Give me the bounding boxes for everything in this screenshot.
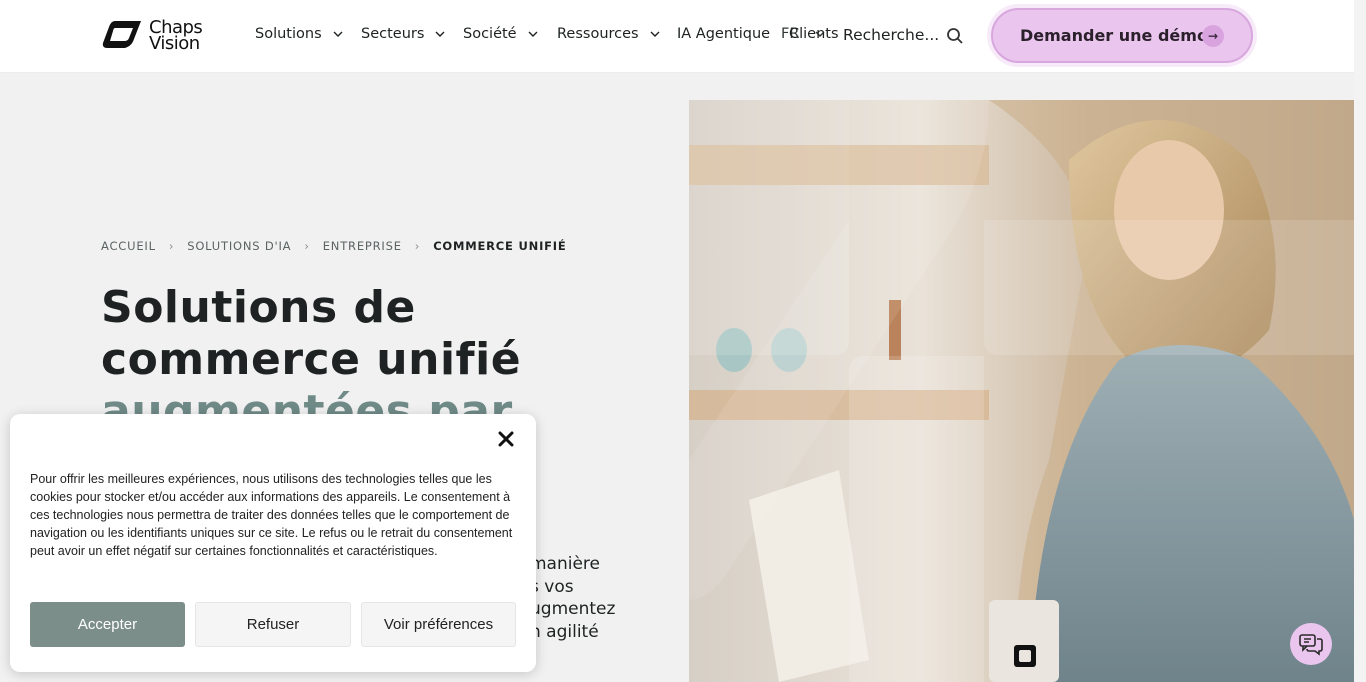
chevron-down-icon [528,31,538,37]
nav-label: IA Agentique [677,26,771,42]
lead-line: n agilité [530,621,599,642]
breadcrumb-link-solutions-ia[interactable]: SOLUTIONS D'IA [187,239,291,253]
chat-widget-button[interactable] [1290,623,1332,665]
cookie-preferences-button[interactable]: Voir préférences [361,602,516,647]
search-field[interactable]: Recherche... [843,26,939,44]
nav-label: Secteurs [361,26,425,42]
cookie-consent-text: Pour offrir les meilleures expériences, … [30,472,513,558]
chat-bubbles-icon [1299,634,1323,656]
breadcrumb: ACCUEIL › SOLUTIONS D'IA › ENTREPRISE › … [101,239,567,253]
chevron-right-icon: › [414,239,421,253]
nav-item-ia-agentique[interactable]: IA Agentique [677,26,770,42]
language-selector[interactable]: FR [781,26,827,42]
search-placeholder: Recherche... [843,26,940,44]
arrow-right-icon: → [1202,25,1224,47]
logo-mark-icon [102,21,141,48]
hero-photo-illustration [689,100,1354,682]
chevron-down-icon [333,31,343,37]
site-header: Chaps Vision Solutions Secteurs Société … [0,0,1354,73]
search-icon[interactable] [945,26,965,46]
logo-text: Chaps Vision [149,19,203,54]
chevron-right-icon: › [304,239,310,253]
demo-button[interactable]: Demander une démo → [991,8,1253,63]
nav-label: Société [463,26,517,42]
accept-cookies-button[interactable]: Accepter [30,602,185,647]
chapsvision-logo[interactable]: Chaps Vision [101,19,211,53]
cookie-consent-dialog: Pour offrir les meilleures expériences, … [10,414,536,672]
nav-item-secteurs[interactable]: Secteurs [361,26,447,42]
chevron-right-icon: › [168,239,175,253]
page-scrollbar[interactable] [1354,0,1366,682]
nav-label: Ressources [557,26,639,42]
refuse-cookies-button[interactable]: Refuser [195,602,351,647]
chevron-down-icon [815,31,825,37]
breadcrumb-current: COMMERCE UNIFIÉ [433,239,567,253]
nav-item-ressources[interactable]: Ressources [557,26,662,42]
nav-item-solutions[interactable]: Solutions [255,26,345,42]
close-icon[interactable] [497,430,515,448]
hero-image [689,100,1354,682]
language-label: FR [781,26,800,42]
hero-lead-text: manière s vos ugmentez n agilité [530,553,620,643]
lead-line: s vos [530,576,574,597]
nav-item-societe[interactable]: Société [463,26,540,42]
lead-line: ugmentez [530,599,616,619]
lead-line: manière [530,554,601,574]
breadcrumb-link-accueil[interactable]: ACCUEIL [101,239,156,253]
breadcrumb-link-entreprise[interactable]: ENTREPRISE [323,239,402,253]
chevron-down-icon [435,31,445,37]
demo-button-label: Demander une démo [1020,26,1208,45]
title-line-1: Solutions de [101,282,416,333]
chevron-down-icon [650,31,660,37]
nav-label: Solutions [255,26,322,42]
title-line-2: commerce unifié [101,334,522,385]
logo-line-2: Vision [149,33,200,54]
